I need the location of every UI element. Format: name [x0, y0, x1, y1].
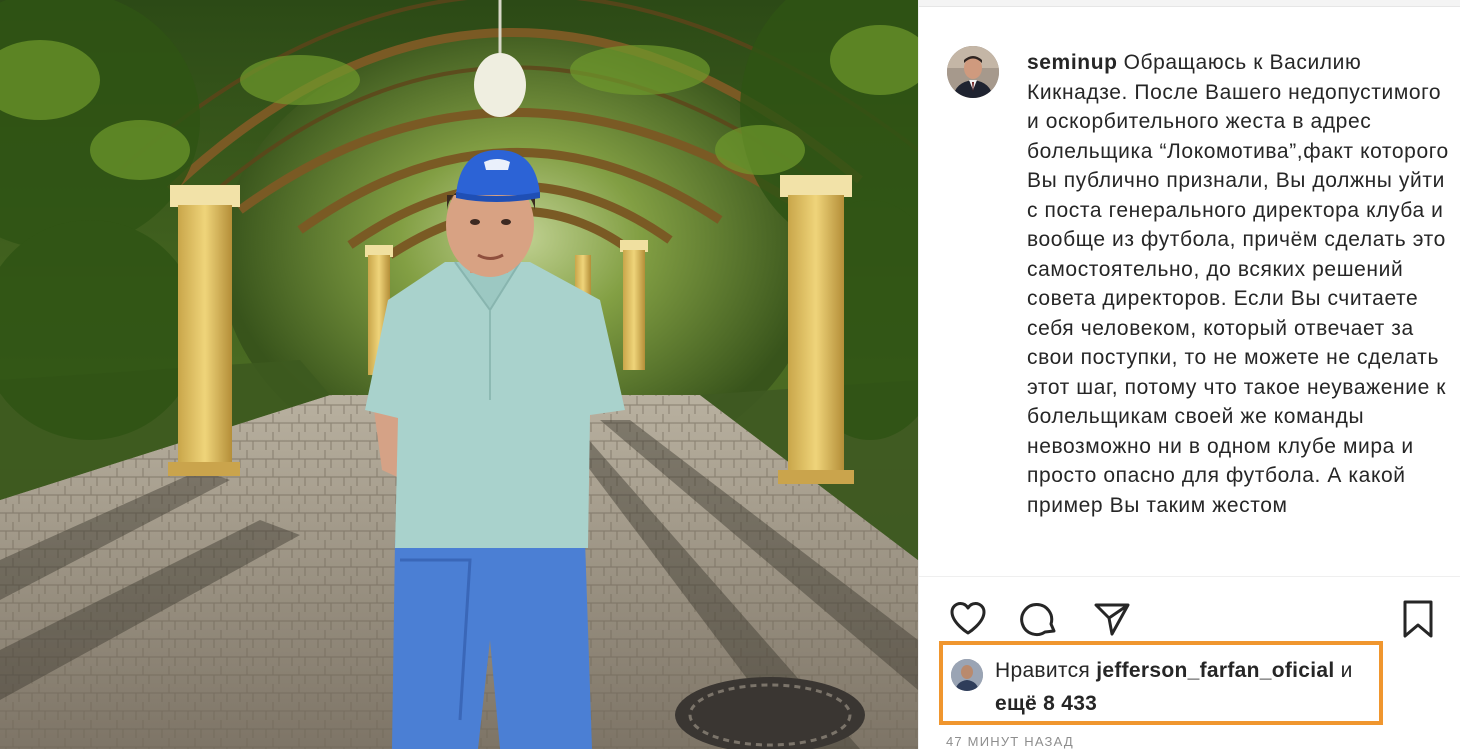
- post-caption: seminup Обращаюсь к Василию Кикнадзе. Пос…: [1027, 48, 1452, 520]
- author-avatar[interactable]: [947, 46, 999, 98]
- likes-highlight-box: Нравится jefferson_farfan_oficial и ещё …: [939, 641, 1383, 725]
- liker-avatar[interactable]: [951, 659, 983, 691]
- post-timestamp[interactable]: 47 МИНУТ НАЗАД: [946, 734, 1074, 749]
- liker-username[interactable]: jefferson_farfan_oficial: [1096, 659, 1334, 682]
- comment-bubble-icon[interactable]: [1019, 598, 1061, 640]
- paper-plane-icon[interactable]: [1091, 598, 1133, 640]
- likes-line: Нравится jefferson_farfan_oficial и: [995, 659, 1353, 683]
- caption-text: Обращаюсь к Василию Кикнадзе. После Ваше…: [1027, 51, 1449, 517]
- likes-count[interactable]: ещё 8 433: [995, 692, 1097, 715]
- post-details-panel: seminup Обращаюсь к Василию Кикнадзе. Пос…: [918, 0, 1460, 749]
- heart-icon[interactable]: [947, 598, 989, 640]
- bookmark-icon[interactable]: [1397, 598, 1439, 640]
- actions-divider: [919, 576, 1460, 577]
- caption-username[interactable]: seminup: [1027, 51, 1118, 74]
- caption-area[interactable]: seminup Обращаюсь к Василию Кикнадзе. Пос…: [919, 6, 1460, 576]
- likes-connector: и: [1340, 659, 1353, 682]
- likes-count-line[interactable]: ещё 8 433: [995, 692, 1097, 716]
- post-photo[interactable]: [0, 0, 918, 749]
- likes-prefix: Нравится: [995, 659, 1091, 682]
